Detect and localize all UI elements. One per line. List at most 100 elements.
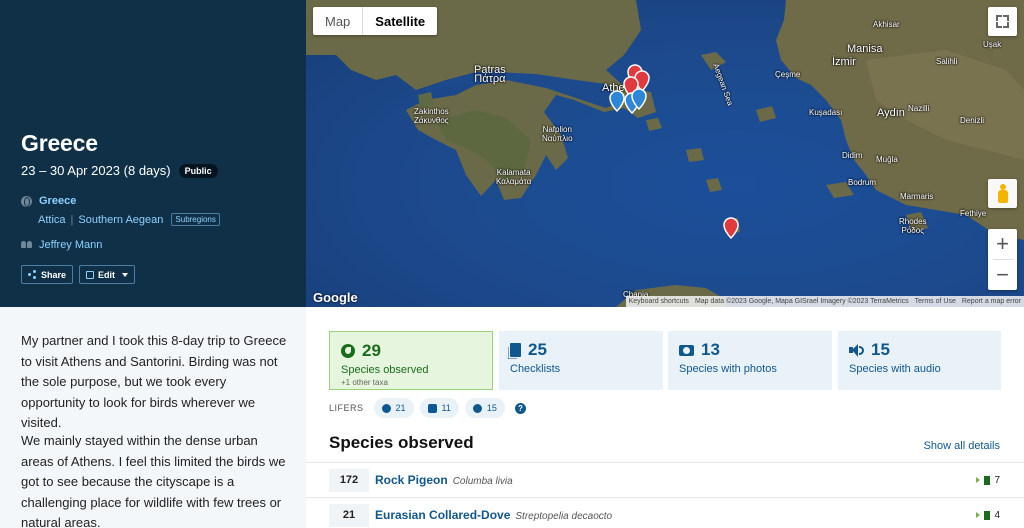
edit-button-label: Edit xyxy=(98,269,116,280)
chevron-down-icon xyxy=(122,272,129,277)
map-label-fethiye: Fethiye xyxy=(960,209,987,218)
speaker-icon xyxy=(849,343,864,357)
stat-label: Species with photos xyxy=(679,363,777,375)
stat-species-with-photos[interactable]: 13 Species with photos xyxy=(668,331,832,390)
trip-region: Greece Attica | Southern Aegean Subregio… xyxy=(21,195,220,226)
subregion-link-southern-aegean[interactable]: Southern Aegean xyxy=(78,214,163,226)
lifers-photos-pill[interactable]: 11 xyxy=(419,398,459,418)
map-terrain xyxy=(306,0,1024,307)
species-checklist-count[interactable]: 7 xyxy=(976,475,1000,486)
zoom-out-button[interactable]: − xyxy=(988,260,1017,290)
lifers-audio-pill[interactable]: 15 xyxy=(464,398,505,418)
stat-label: Checklists xyxy=(510,363,561,375)
stat-checklists[interactable]: 25 Checklists xyxy=(499,331,663,390)
map-label-nafplion: Nafplion Ναύπλιο xyxy=(542,125,573,143)
description-paragraph: My partner and I took this 8-day trip to… xyxy=(21,333,287,430)
expand-icon xyxy=(976,512,981,518)
owner-link[interactable]: Jeffrey Mann xyxy=(39,239,102,251)
lifers-species-pill[interactable]: 21 xyxy=(373,398,414,418)
stat-label: Species observed xyxy=(341,364,429,376)
map-label-patras: Patras Πάτρα xyxy=(474,64,506,85)
lifers-label: LIFERS xyxy=(329,403,364,413)
species-scientific-name: Streptopelia decaocto xyxy=(515,511,613,522)
species-icon xyxy=(341,344,355,358)
share-button-label: Share xyxy=(41,269,67,280)
species-scientific-name: Columba livia xyxy=(452,476,513,487)
edit-button[interactable]: Edit xyxy=(79,265,136,284)
map-label-akhisar: Akhisar xyxy=(873,20,900,29)
help-icon[interactable]: ? xyxy=(514,402,526,414)
stat-value: 29 xyxy=(362,341,381,360)
trip-owner: Jeffrey Mann xyxy=(21,239,102,251)
checklist-icon xyxy=(984,510,991,520)
camera-icon xyxy=(679,344,694,356)
stat-species-with-audio[interactable]: 15 Species with audio xyxy=(838,331,1001,390)
stat-species-observed[interactable]: 29 Species observed +1 other taxa xyxy=(329,331,493,390)
pegman-icon xyxy=(997,184,1008,203)
species-common-name-link[interactable]: Rock Pigeon xyxy=(375,473,448,487)
lifers-row: LIFERS 21 11 15 ? xyxy=(329,398,526,418)
trip-dates-row: 23 – 30 Apr 2023 (8 days) Public xyxy=(21,163,218,178)
map-data-credit: Map data ©2023 Google, Mapa GISrael Imag… xyxy=(694,298,909,305)
subregion-separator: | xyxy=(70,213,74,226)
map-label-marmaris: Marmaris xyxy=(900,192,934,201)
edit-icon xyxy=(86,270,95,279)
trip-header: Greece 23 – 30 Apr 2023 (8 days) Public … xyxy=(0,0,306,307)
map-attribution: Keyboard shortcuts Map data ©2023 Google… xyxy=(625,296,1024,307)
map-label-athens: Athens xyxy=(602,82,637,94)
zoom-control: + − xyxy=(988,229,1017,290)
google-logo: Google xyxy=(313,290,358,305)
map-label-nazilli: Nazilli xyxy=(908,104,930,113)
checklist-icon xyxy=(510,343,521,357)
expand-icon xyxy=(976,477,981,483)
map-label-denizli: Denizli xyxy=(960,116,985,125)
description-paragraph: We mainly stayed within the dense urban … xyxy=(21,433,286,528)
map-label-bodrum: Bodrum xyxy=(848,178,877,187)
map-type-map-button[interactable]: Map xyxy=(313,7,362,35)
map-label-aydin: Aydın xyxy=(877,107,905,119)
zoom-in-button[interactable]: + xyxy=(988,229,1017,259)
map-label-kalamata: Kalamata Καλαμάτα xyxy=(496,168,532,186)
map-label-mugla: Muğla xyxy=(876,155,898,164)
checklist-icon xyxy=(984,475,991,485)
street-view-pegman[interactable] xyxy=(988,179,1017,208)
map-label-rhodes: Rhodes Ρόδος xyxy=(899,217,927,235)
map-label-usak: Uşak xyxy=(983,40,1002,49)
species-common-name-link[interactable]: Eurasian Collared-Dove xyxy=(375,508,510,522)
checklist-count-value: 4 xyxy=(994,509,1000,521)
trip-actions: Share Edit xyxy=(21,265,136,284)
camera-icon xyxy=(427,403,437,413)
table-row: 172 Rock Pigeon Columba livia 7 xyxy=(306,462,1024,497)
region-link[interactable]: Greece xyxy=(39,195,76,207)
trip-map[interactable]: Patras Πάτρα Athens Zakinthos Ζάκυνθος N… xyxy=(306,0,1024,307)
map-label-zakinthos: Zakinthos Ζάκυνθος xyxy=(414,107,449,125)
show-all-details-link[interactable]: Show all details xyxy=(924,440,1000,452)
map-type-satellite-button[interactable]: Satellite xyxy=(362,7,437,35)
share-icon xyxy=(28,270,37,279)
stat-label: Species with audio xyxy=(849,363,941,375)
visibility-badge: Public xyxy=(178,163,218,178)
share-button[interactable]: Share xyxy=(21,265,74,284)
trip-dates: 23 – 30 Apr 2023 (8 days) xyxy=(21,163,171,178)
map-label-izmir: İzmir xyxy=(832,56,856,68)
species-table: 172 Rock Pigeon Columba livia 7 21 Eurasi… xyxy=(306,462,1024,528)
trip-description: My partner and I took this 8-day trip to… xyxy=(0,307,306,528)
lifers-photos-count: 11 xyxy=(441,403,451,413)
map-label-salihli: Salihli xyxy=(936,57,958,66)
report-map-error-link[interactable]: Report a map error xyxy=(962,298,1021,305)
trip-title: Greece xyxy=(21,130,98,156)
stat-value: 13 xyxy=(701,340,720,359)
fullscreen-button[interactable] xyxy=(988,7,1017,36)
lifers-audio-count: 15 xyxy=(486,403,497,413)
species-count: 172 xyxy=(329,468,369,492)
table-row: 21 Eurasian Collared-Dove Streptopelia de… xyxy=(306,497,1024,528)
map-label-didim: Didim xyxy=(842,151,863,160)
subregions-badge[interactable]: Subregions xyxy=(171,213,220,226)
species-checklist-count[interactable]: 4 xyxy=(976,510,1000,521)
map-label-manisa: Manisa xyxy=(847,43,883,55)
subregion-link-attica[interactable]: Attica xyxy=(38,214,66,226)
checklist-count-value: 7 xyxy=(994,474,1000,486)
stat-sublabel: +1 other taxa xyxy=(341,378,388,387)
keyboard-shortcuts-link[interactable]: Keyboard shortcuts xyxy=(629,298,689,305)
terms-of-use-link[interactable]: Terms of Use xyxy=(915,298,956,305)
